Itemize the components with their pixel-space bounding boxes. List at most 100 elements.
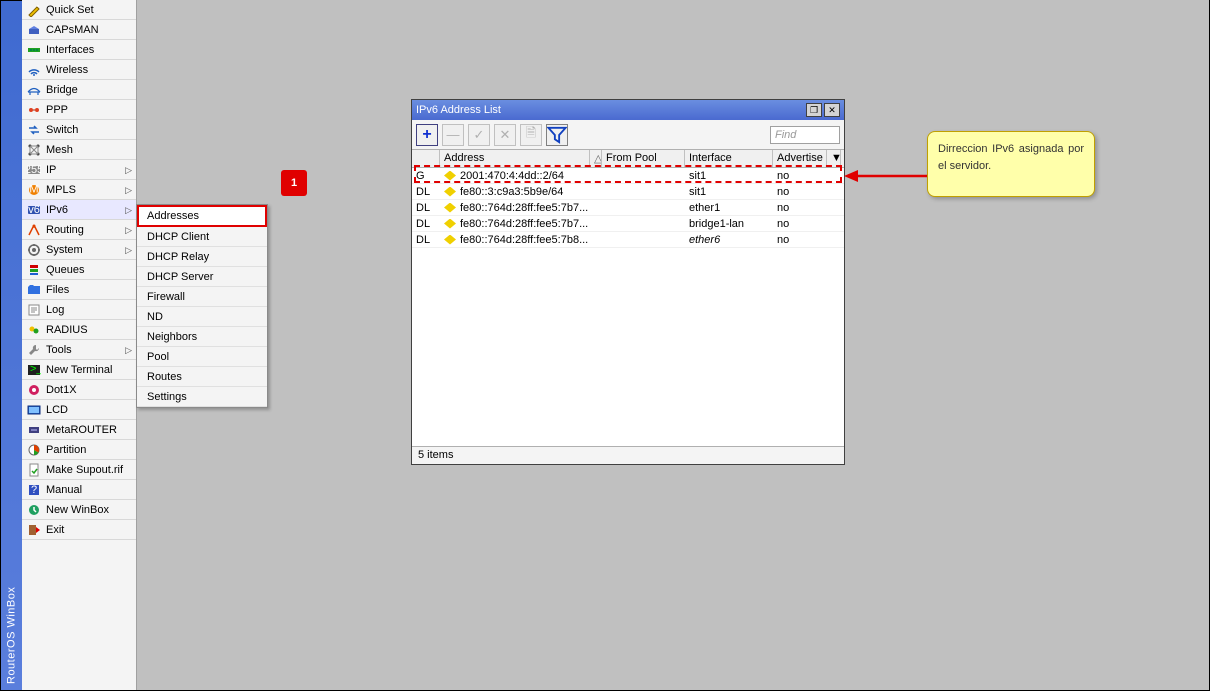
submenu-arrow-icon: ▷ <box>125 240 132 260</box>
cell-address: fe80::764d:28ff:fee5:7b8... <box>440 234 602 246</box>
submenu-item-addresses[interactable]: Addresses <box>137 205 267 227</box>
manual-icon: ? <box>26 482 42 498</box>
svg-text:M: M <box>29 183 38 195</box>
enable-button[interactable]: ✓ <box>468 124 490 146</box>
sidebar-item-routing[interactable]: Routing▷ <box>22 220 136 240</box>
sidebar-item-new-terminal[interactable]: >_New Terminal <box>22 360 136 380</box>
sidebar-item-partition[interactable]: Partition <box>22 440 136 460</box>
sidebar-item-radius[interactable]: RADIUS <box>22 320 136 340</box>
cell-interface: bridge1-lan <box>685 218 773 230</box>
sidebar-item-quick-set[interactable]: Quick Set <box>22 0 136 20</box>
add-button[interactable]: + <box>416 124 438 146</box>
submenu-item-firewall[interactable]: Firewall <box>137 287 267 307</box>
table-row[interactable]: DLfe80::764d:28ff:fee5:7b8...ether6no <box>412 232 844 248</box>
table-row[interactable]: DLfe80::764d:28ff:fee5:7b7...ether1no <box>412 200 844 216</box>
sidebar-item-exit[interactable]: Exit <box>22 520 136 540</box>
sidebar-item-label: IP <box>46 160 56 180</box>
ipv6-icon: v6 <box>26 202 42 218</box>
sidebar-item-label: Interfaces <box>46 40 94 60</box>
remove-button[interactable]: — <box>442 124 464 146</box>
status-text: 5 items <box>418 449 453 461</box>
sidebar-item-mpls[interactable]: MMPLS▷ <box>22 180 136 200</box>
submenu-arrow-icon: ▷ <box>125 200 132 220</box>
sidebar-item-label: Quick Set <box>46 0 94 20</box>
sidebar-item-label: New Terminal <box>46 360 112 380</box>
sidebar-item-label: Log <box>46 300 64 320</box>
col-interface[interactable]: Interface <box>685 150 773 167</box>
cell-interface: sit1 <box>685 170 773 182</box>
sidebar-item-new-winbox[interactable]: New WinBox <box>22 500 136 520</box>
sidebar-item-ipv6[interactable]: v6 IPv6 ▷ <box>22 200 136 220</box>
sidebar-item-lcd[interactable]: LCD <box>22 400 136 420</box>
dot1x-icon <box>26 382 42 398</box>
sidebar-item-dot1x[interactable]: Dot1X <box>22 380 136 400</box>
sidebar-item-bridge[interactable]: Bridge <box>22 80 136 100</box>
sidebar-item-make-supout-rif[interactable]: Make Supout.rif <box>22 460 136 480</box>
sidebar-item-manual[interactable]: ?Manual <box>22 480 136 500</box>
address-icon <box>444 187 456 197</box>
lcd-icon <box>26 402 42 418</box>
sidebar-item-capsman[interactable]: CAPsMAN <box>22 20 136 40</box>
table-row[interactable]: G2001:470:4:4dd::2/64sit1no <box>412 168 844 184</box>
exit-icon <box>26 522 42 538</box>
col-from-pool[interactable]: From Pool <box>602 150 685 167</box>
cell-advertise: no <box>773 218 827 230</box>
sidebar-item-wireless[interactable]: Wireless <box>22 60 136 80</box>
sidebar-item-files[interactable]: Files <box>22 280 136 300</box>
winbox-icon <box>26 502 42 518</box>
terminal-icon: >_ <box>26 362 42 378</box>
radius-icon <box>26 322 42 338</box>
sidebar-item-tools[interactable]: Tools▷ <box>22 340 136 360</box>
sidebar-item-label: PPP <box>46 100 68 120</box>
app-title-bar: RouterOS WinBox <box>1 1 22 690</box>
comment-button[interactable]: 🗎 <box>520 124 542 146</box>
queues-icon <box>26 262 42 278</box>
submenu-item-pool[interactable]: Pool <box>137 347 267 367</box>
sidebar-item-interfaces[interactable]: Interfaces <box>22 40 136 60</box>
window-restore-button[interactable]: ❐ <box>806 103 822 117</box>
sidebar-item-log[interactable]: Log <box>22 300 136 320</box>
sidebar-item-system[interactable]: System▷ <box>22 240 136 260</box>
sidebar-item-label: Bridge <box>46 80 78 100</box>
table-row[interactable]: DLfe80::3:c9a3:5b9e/64sit1no <box>412 184 844 200</box>
sidebar-item-ppp[interactable]: PPP <box>22 100 136 120</box>
col-flag[interactable] <box>412 150 440 167</box>
sidebar-item-ip[interactable]: 255IP▷ <box>22 160 136 180</box>
sidebar-item-label: MPLS <box>46 180 76 200</box>
ipv6-submenu: AddressesDHCP ClientDHCP RelayDHCP Serve… <box>136 204 268 408</box>
sidebar-item-switch[interactable]: Switch <box>22 120 136 140</box>
submenu-item-dhcp-server[interactable]: DHCP Server <box>137 267 267 287</box>
window-close-button[interactable]: ✕ <box>824 103 840 117</box>
sidebar-item-label: Mesh <box>46 140 73 160</box>
submenu-item-routes[interactable]: Routes <box>137 367 267 387</box>
find-input[interactable]: Find <box>770 126 840 144</box>
sidebar-item-label: Files <box>46 280 69 300</box>
submenu-item-nd[interactable]: ND <box>137 307 267 327</box>
submenu-item-dhcp-client[interactable]: DHCP Client <box>137 227 267 247</box>
col-advertise[interactable]: Advertise <box>773 150 827 167</box>
table-row[interactable]: DLfe80::764d:28ff:fee5:7b7...bridge1-lan… <box>412 216 844 232</box>
disable-button[interactable]: ✕ <box>494 124 516 146</box>
sidebar-item-label: RADIUS <box>46 320 88 340</box>
col-address[interactable]: Address <box>440 150 590 167</box>
toolbar: + — ✓ ✕ 🗎 Find <box>412 120 844 150</box>
cap-icon <box>26 22 42 38</box>
submenu-item-dhcp-relay[interactable]: DHCP Relay <box>137 247 267 267</box>
svg-text:v6: v6 <box>28 204 40 216</box>
cell-advertise: no <box>773 234 827 246</box>
sidebar-item-label: IPv6 <box>46 200 68 220</box>
col-sort-indicator[interactable]: △ <box>590 150 602 167</box>
sidebar-item-mesh[interactable]: Mesh <box>22 140 136 160</box>
log-icon <box>26 302 42 318</box>
submenu-item-settings[interactable]: Settings <box>137 387 267 407</box>
filter-button[interactable] <box>546 124 568 146</box>
sidebar-item-label: New WinBox <box>46 500 109 520</box>
window-titlebar[interactable]: IPv6 Address List ❐ ✕ <box>412 100 844 120</box>
sidebar-item-label: LCD <box>46 400 68 420</box>
col-dropdown[interactable]: ▼ <box>827 150 841 167</box>
sidebar-item-queues[interactable]: Queues <box>22 260 136 280</box>
address-icon <box>444 203 456 213</box>
partition-icon <box>26 442 42 458</box>
submenu-item-neighbors[interactable]: Neighbors <box>137 327 267 347</box>
sidebar-item-metarouter[interactable]: MetaROUTER <box>22 420 136 440</box>
